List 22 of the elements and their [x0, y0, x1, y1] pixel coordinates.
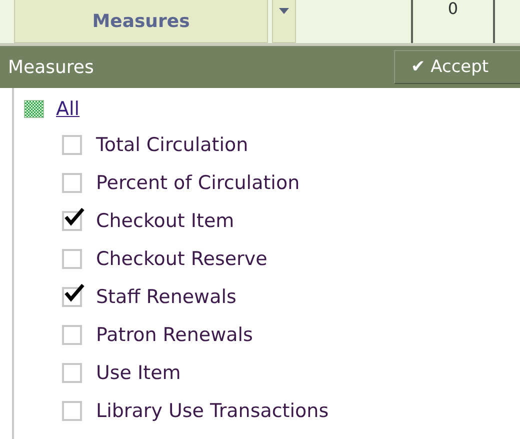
measure-label: Use Item [96, 362, 181, 384]
checkbox[interactable] [62, 363, 82, 383]
measure-label: Total Circulation [96, 134, 248, 156]
measure-label: Patron Renewals [96, 324, 253, 346]
measure-label: Library Use Transactions [96, 400, 329, 422]
measure-label: Checkout Reserve [96, 248, 268, 270]
checkbox[interactable] [62, 135, 82, 155]
table-cell-text: 0 [448, 1, 458, 20]
checkbox[interactable] [62, 325, 82, 345]
all-link[interactable]: All [56, 98, 80, 120]
checkbox[interactable] [62, 249, 82, 269]
accept-button[interactable]: ✔ Accept [394, 50, 520, 84]
checkbox[interactable] [62, 401, 82, 421]
dropdown-button[interactable] [272, 0, 296, 43]
checkbox[interactable] [62, 173, 82, 193]
caret-icon [279, 8, 289, 14]
measure-label: Checkout Item [96, 210, 234, 232]
measure-label: Percent of Circulation [96, 172, 300, 194]
measure-label: Staff Renewals [96, 286, 236, 308]
grid-icon [24, 100, 44, 118]
panel-title: Measures [7, 56, 94, 78]
measures-button[interactable]: Measures [14, 0, 268, 43]
